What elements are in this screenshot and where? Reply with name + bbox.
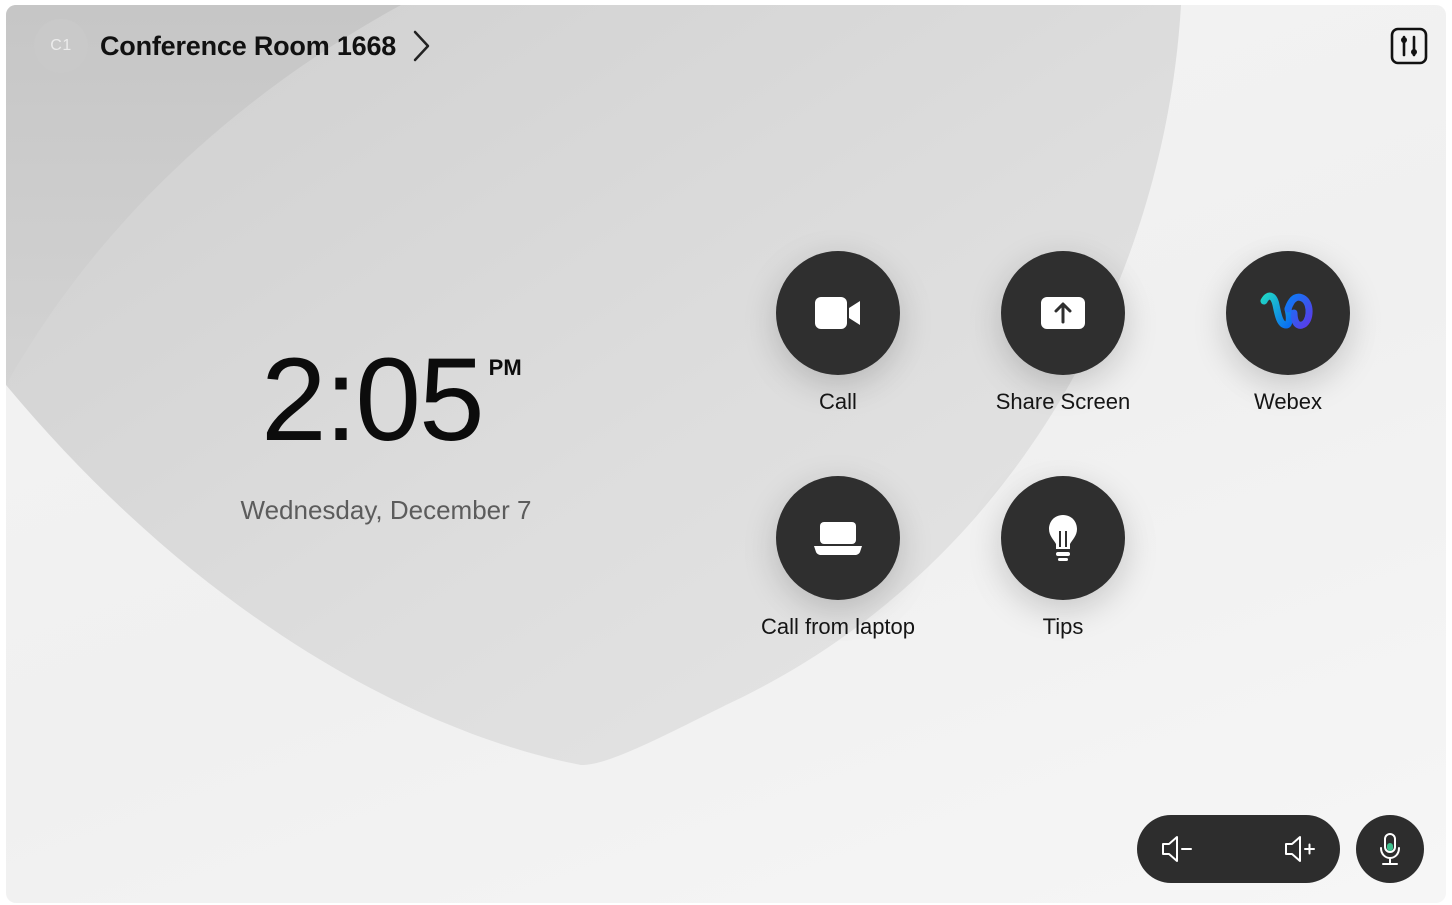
tips-circle[interactable] [1001,476,1125,600]
call-button[interactable]: Call [728,251,948,415]
volume-down-icon [1162,836,1192,862]
microphone-button[interactable] [1356,815,1424,883]
share-screen-button[interactable]: Share Screen [953,251,1173,415]
call-label: Call [819,389,857,414]
share-screen-label: Share Screen [995,389,1131,414]
clock: 2:05 PM [261,335,522,465]
microphone-icon [1380,833,1400,865]
clock-date: Wednesday, December 7 [240,495,532,525]
tips-button[interactable]: Tips [953,476,1173,640]
webex-logo-icon [1260,292,1313,329]
avatar-initials: C1 [50,37,72,54]
call-from-laptop-button[interactable]: Call from laptop [728,476,948,640]
volume-control [1137,815,1340,883]
chevron-right-icon [412,29,432,63]
webex-label: Webex [1253,389,1323,414]
share-screen-icon [1041,297,1085,329]
tips-label: Tips [1042,614,1084,639]
volume-up-button[interactable] [1280,829,1320,869]
sliders-icon [1390,27,1428,65]
call-from-laptop-label: Call from laptop [760,614,916,639]
room-details-link[interactable]: Conference Room 1668 [100,25,432,67]
home-screen: C1 Conference Room 1668 2:05 PM Wednesda… [6,5,1446,903]
call-circle[interactable] [776,251,900,375]
share-screen-circle[interactable] [1001,251,1125,375]
webex-button[interactable]: Webex [1178,251,1398,415]
volume-up-icon [1285,836,1315,862]
clock-time: 2:05 [261,334,485,466]
call-from-laptop-circle[interactable] [776,476,900,600]
video-camera-icon [815,297,860,329]
lightbulb-icon [1049,515,1077,561]
avatar[interactable]: C1 [34,19,88,73]
webex-circle[interactable] [1226,251,1350,375]
settings-button[interactable] [1390,27,1428,65]
volume-down-button[interactable] [1157,829,1197,869]
laptop-icon [814,522,862,555]
clock-ampm: PM [488,355,522,380]
room-name: Conference Room 1668 [100,30,397,61]
background-curve [6,5,1181,765]
